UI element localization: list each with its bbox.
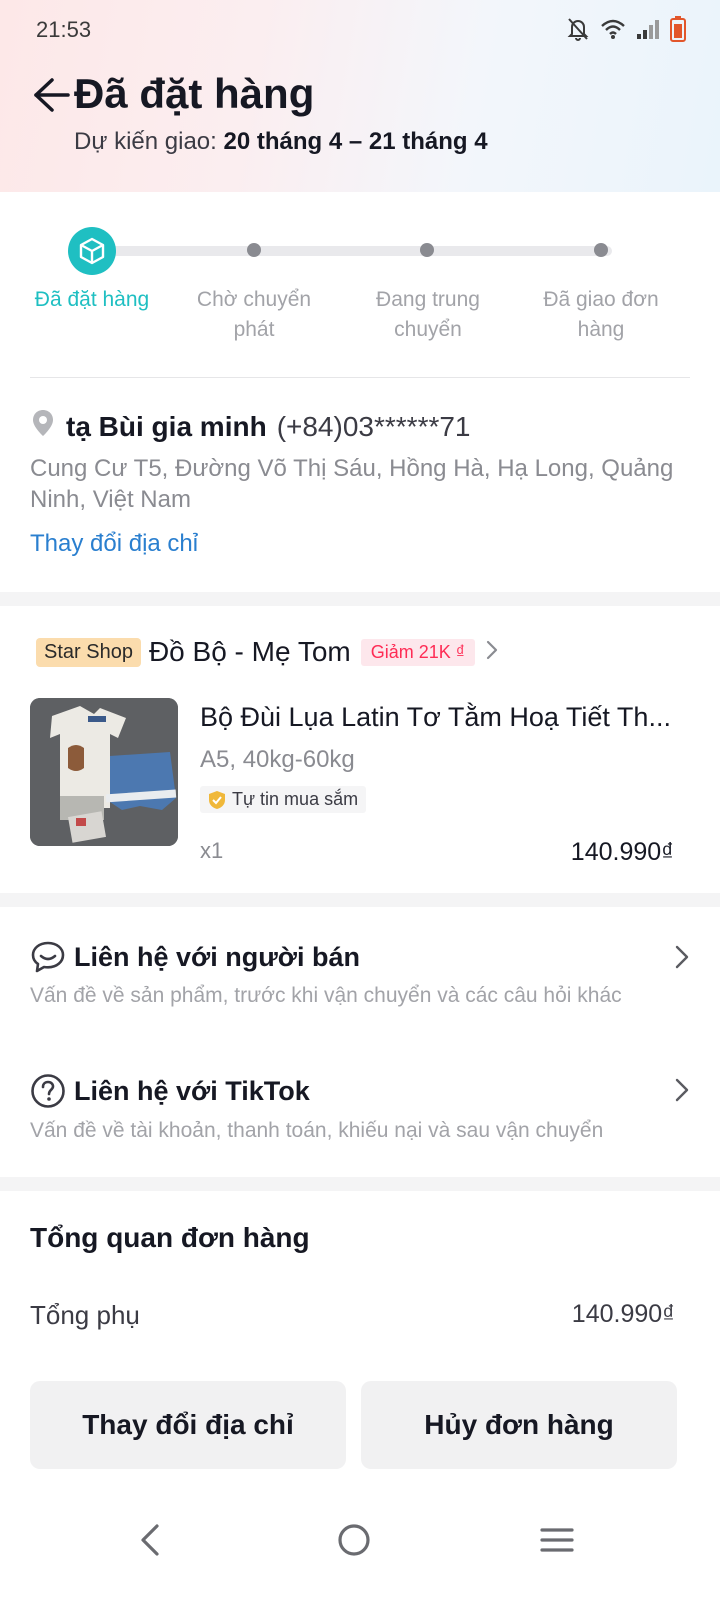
section-separator — [0, 592, 720, 606]
product-price: 140.990₫ — [570, 838, 674, 866]
subtotal-value: 140.990₫ — [571, 1300, 675, 1328]
step-dot-2 — [247, 243, 261, 257]
step-dot-4 — [594, 243, 608, 257]
section-separator — [0, 1177, 720, 1191]
contact-tiktok-title: Liên hệ với TikTok — [74, 1075, 310, 1106]
cancel-order-button[interactable]: Hủy đơn hàng — [361, 1381, 677, 1469]
status-icons — [566, 16, 686, 47]
trust-badge-label: Tự tin mua sắm — [232, 789, 359, 809]
step-label-awaiting-shipment: Chờ chuyển phát — [196, 288, 312, 341]
contact-tiktok[interactable]: Liên hệ với TikTok Vấn đề về tài khoản, … — [30, 1073, 690, 1143]
address-detail: Cung Cư T5, Đường Võ Thị Sáu, Hồng Hà, H… — [30, 455, 674, 513]
step-label-ordered: Đã đặt hàng — [34, 288, 150, 311]
chat-bubble-icon — [30, 940, 66, 974]
chevron-right-icon — [674, 944, 690, 975]
shop-name: Đồ Bộ - Mẹ Tom — [148, 636, 351, 667]
change-address-link[interactable]: Thay đổi địa chỉ — [30, 530, 198, 558]
status-time: 21:53 — [36, 17, 92, 42]
package-icon — [68, 227, 116, 275]
section-separator — [0, 893, 720, 907]
estimated-delivery: Dự kiến giao: 20 tháng 4 – 21 tháng 4 — [74, 128, 488, 156]
chevron-right-icon — [485, 639, 499, 666]
home-nav-icon[interactable] — [324, 1510, 384, 1570]
discount-badge: Giảm 21K ₫ — [360, 638, 476, 666]
system-navigation-bar — [0, 1490, 720, 1600]
contact-seller-title: Liên hệ với người bán — [74, 941, 360, 972]
star-shop-badge: Star Shop — [36, 637, 141, 667]
question-circle-icon — [30, 1073, 66, 1109]
recipient-phone: (+84)03******71 — [276, 410, 471, 442]
shop-row[interactable]: Star Shop Đồ Bộ - Mẹ Tom Giảm 21K ₫ — [36, 636, 499, 668]
bell-muted-icon — [566, 16, 590, 47]
signal-icon — [636, 18, 660, 45]
eta-label: Dự kiến giao: — [74, 128, 217, 155]
page-title: Đã đặt hàng — [74, 70, 315, 117]
arrow-left-icon — [34, 78, 70, 112]
recipient-name: tạ Bùi gia minh — [66, 410, 267, 442]
contact-seller-subtitle: Vấn đề về sản phẩm, trước khi vận chuyển… — [30, 984, 622, 1007]
step-label-delivered: Đã giao đơn hàng — [543, 288, 659, 341]
chevron-right-icon — [674, 1077, 690, 1108]
shield-check-icon — [208, 790, 226, 810]
progress-track — [92, 246, 612, 256]
wifi-icon — [600, 18, 626, 45]
status-bar: 21:53 — [0, 0, 720, 60]
subtotal-label: Tổng phụ — [30, 1300, 140, 1330]
order-progress: Đã đặt hàng Chờ chuyển phát Đang trung c… — [0, 225, 720, 365]
location-pin-icon — [30, 408, 56, 445]
contact-tiktok-subtitle: Vấn đề về tài khoản, thanh toán, khiếu n… — [30, 1119, 604, 1142]
divider — [30, 377, 690, 378]
product-image — [30, 698, 178, 846]
product-quantity: x1 — [200, 838, 224, 863]
back-button[interactable] — [28, 72, 74, 118]
shopping-confidence-badge: Tự tin mua sắm — [200, 786, 367, 813]
eta-value: 20 tháng 4 – 21 tháng 4 — [223, 128, 488, 155]
change-address-button[interactable]: Thay đổi địa chỉ — [30, 1381, 346, 1469]
step-label-in-transit: Đang trung chuyển — [376, 288, 480, 341]
menu-nav-icon[interactable] — [527, 1510, 587, 1570]
product-variant: A5, 40kg-60kg — [200, 746, 355, 773]
back-nav-icon[interactable] — [120, 1510, 180, 1570]
order-overview-title: Tổng quan đơn hàng — [30, 1222, 310, 1253]
shipping-address: tạ Bùi gia minh (+84)03******71 Cung Cư … — [30, 408, 690, 515]
product-title: Bộ Đùi Lụa Latin Tơ Tằm Hoạ Tiết Th... — [200, 702, 671, 732]
contact-seller[interactable]: Liên hệ với người bán Vấn đề về sản phẩm… — [30, 940, 690, 1008]
step-dot-3 — [420, 243, 434, 257]
product-item[interactable]: Bộ Đùi Lụa Latin Tơ Tằm Hoạ Tiết Th... A… — [30, 698, 690, 866]
battery-icon — [670, 16, 686, 47]
